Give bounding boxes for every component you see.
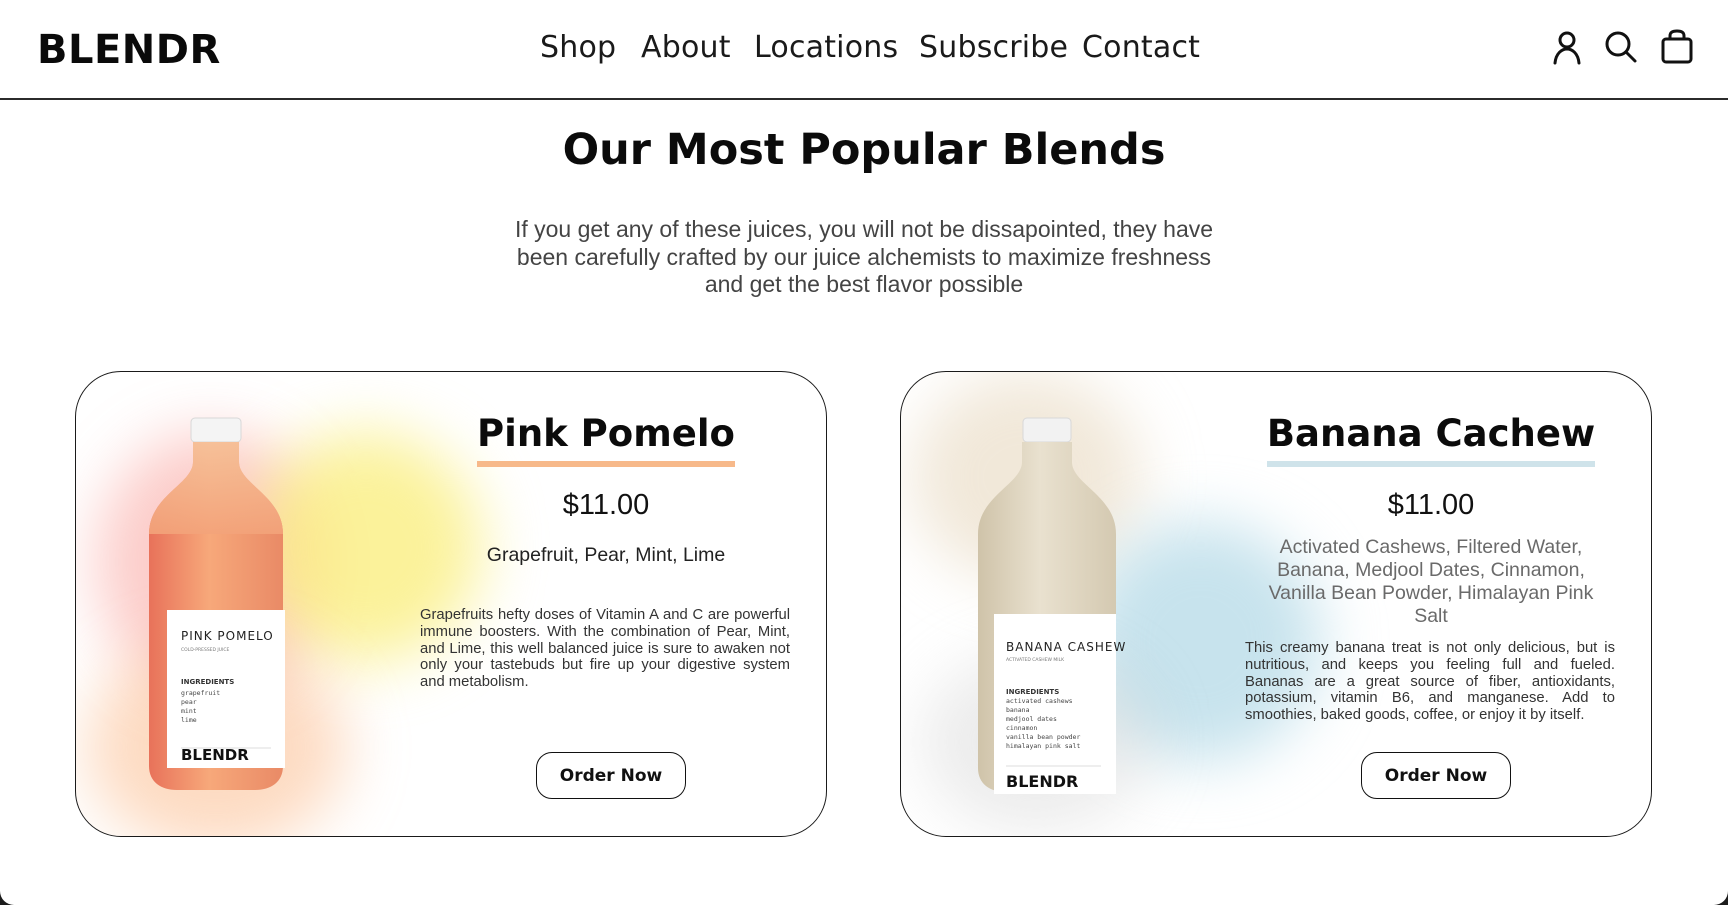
- page: BLENDR Shop About Locations Subscribe Co…: [0, 0, 1728, 905]
- nav-item-about[interactable]: About: [641, 30, 731, 65]
- product-price: $11.00: [562, 489, 650, 521]
- site-header: BLENDR Shop About Locations Subscribe Co…: [0, 0, 1728, 100]
- product-description: Grapefruits hefty doses of Vitamin A and…: [420, 607, 790, 691]
- bottle-label-ingredients-title: INGREDIENTS: [1006, 688, 1059, 696]
- product-ingredients: Activated Cashews, Filtered Water, Banan…: [1268, 536, 1594, 627]
- search-icon[interactable]: [1602, 28, 1640, 66]
- product-ingredients: Grapefruit, Pear, Mint, Lime: [486, 544, 726, 566]
- section-title: Our Most Popular Blends: [562, 125, 1166, 175]
- shopping-bag-icon[interactable]: [1658, 28, 1696, 66]
- nav-item-locations[interactable]: Locations: [754, 30, 898, 65]
- bottle-label-brand: BLENDR: [181, 746, 249, 764]
- account-icon[interactable]: [1548, 28, 1586, 66]
- product-name: Banana Cachew: [1266, 412, 1596, 467]
- bottle-label-name: PINK POMELO: [181, 629, 274, 643]
- product-card-pink-pomelo: PINK POMELO COLD-PRESSED JUICE INGREDIEN…: [75, 371, 827, 837]
- product-info: Pink Pomelo $11.00 Grapefruit, Pear, Min…: [406, 372, 806, 691]
- bottle-label-ingredient: mint: [181, 707, 197, 715]
- bottle-label-ingredient: vanilla bean powder: [1006, 733, 1080, 741]
- product-description: This creamy banana treat is not only del…: [1245, 640, 1615, 724]
- banana-cashew-bottle-image: BANANA CASHEW ACTIVATED CASHEW MILK INGR…: [978, 417, 1126, 794]
- bottle-label-brand: BLENDR: [1006, 772, 1078, 791]
- bottle-label-ingredient: banana: [1006, 706, 1030, 714]
- bottle-label-ingredients-title: INGREDIENTS: [181, 678, 234, 686]
- order-now-button[interactable]: Order Now: [1361, 752, 1511, 799]
- order-now-button[interactable]: Order Now: [536, 752, 686, 799]
- bottle-label-ingredient: himalayan pink salt: [1006, 742, 1080, 750]
- bottle-label-subtitle: ACTIVATED CASHEW MILK: [1006, 657, 1065, 663]
- product-info: Banana Cachew $11.00 Activated Cashews, …: [1231, 372, 1631, 724]
- product-name: Pink Pomelo: [477, 412, 735, 467]
- product-price: $11.00: [1387, 489, 1475, 521]
- main-nav: Shop About Locations Subscribe Contact: [0, 30, 1728, 70]
- bottle-label-name: BANANA CASHEW: [1006, 640, 1126, 654]
- bottle-label-subtitle: COLD-PRESSED JUICE: [181, 647, 230, 653]
- bottle-label-ingredient: grapefruit: [181, 689, 220, 697]
- bottle-label-ingredient: activated cashews: [1006, 697, 1073, 705]
- bottle-label-ingredient: lime: [181, 716, 197, 724]
- bottle-label-ingredient: medjool dates: [1006, 715, 1057, 723]
- pink-pomelo-bottle-image: PINK POMELO COLD-PRESSED JUICE INGREDIEN…: [149, 417, 285, 790]
- section-subtitle: If you get any of these juices, you will…: [514, 216, 1214, 297]
- nav-item-shop[interactable]: Shop: [540, 30, 616, 65]
- product-card-banana-cachew: BANANA CASHEW ACTIVATED CASHEW MILK INGR…: [900, 371, 1652, 837]
- nav-item-contact[interactable]: Contact: [1082, 30, 1200, 65]
- bottle-label-ingredient: pear: [181, 698, 197, 706]
- nav-item-subscribe[interactable]: Subscribe: [919, 30, 1068, 65]
- bottle-label-ingredient: cinnamon: [1006, 724, 1037, 732]
